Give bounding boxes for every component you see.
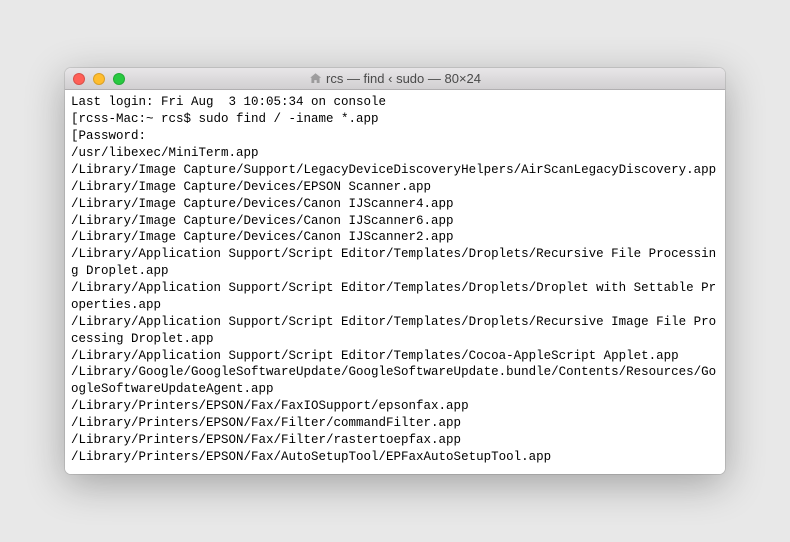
maximize-button[interactable] — [113, 73, 125, 85]
terminal-line: /Library/Printers/EPSON/Fax/Filter/comma… — [71, 415, 719, 432]
terminal-line: [Password: — [71, 128, 719, 145]
terminal-line: [rcss-Mac:~ rcs$ sudo find / -iname *.ap… — [71, 111, 719, 128]
terminal-line: /Library/Image Capture/Devices/Canon IJS… — [71, 213, 719, 230]
terminal-line: /Library/Application Support/Script Edit… — [71, 348, 719, 365]
terminal-line: /Library/Application Support/Script Edit… — [71, 246, 719, 280]
terminal-line: /Library/Image Capture/Devices/EPSON Sca… — [71, 179, 719, 196]
minimize-button[interactable] — [93, 73, 105, 85]
terminal-content[interactable]: Last login: Fri Aug 3 10:05:34 on consol… — [65, 90, 725, 473]
terminal-line: /Library/Printers/EPSON/Fax/AutoSetupToo… — [71, 449, 719, 466]
terminal-line: /Library/Google/GoogleSoftwareUpdate/Goo… — [71, 364, 719, 398]
traffic-lights — [73, 73, 125, 85]
terminal-window: rcs — find ‹ sudo — 80×24 Last login: Fr… — [65, 68, 725, 473]
terminal-line: /Library/Printers/EPSON/Fax/Filter/raste… — [71, 432, 719, 449]
terminal-line: /usr/libexec/MiniTerm.app — [71, 145, 719, 162]
terminal-line: /Library/Application Support/Script Edit… — [71, 280, 719, 314]
window-title: rcs — find ‹ sudo — 80×24 — [326, 71, 481, 86]
terminal-line: /Library/Application Support/Script Edit… — [71, 314, 719, 348]
terminal-line: /Library/Image Capture/Support/LegacyDev… — [71, 162, 719, 179]
terminal-line: /Library/Image Capture/Devices/Canon IJS… — [71, 196, 719, 213]
terminal-line: Last login: Fri Aug 3 10:05:34 on consol… — [71, 94, 719, 111]
terminal-line: /Library/Printers/EPSON/Fax/FaxIOSupport… — [71, 398, 719, 415]
terminal-line: /Library/Image Capture/Devices/Canon IJS… — [71, 229, 719, 246]
title-container: rcs — find ‹ sudo — 80×24 — [65, 71, 725, 86]
close-button[interactable] — [73, 73, 85, 85]
titlebar[interactable]: rcs — find ‹ sudo — 80×24 — [65, 68, 725, 90]
home-icon — [309, 72, 322, 85]
